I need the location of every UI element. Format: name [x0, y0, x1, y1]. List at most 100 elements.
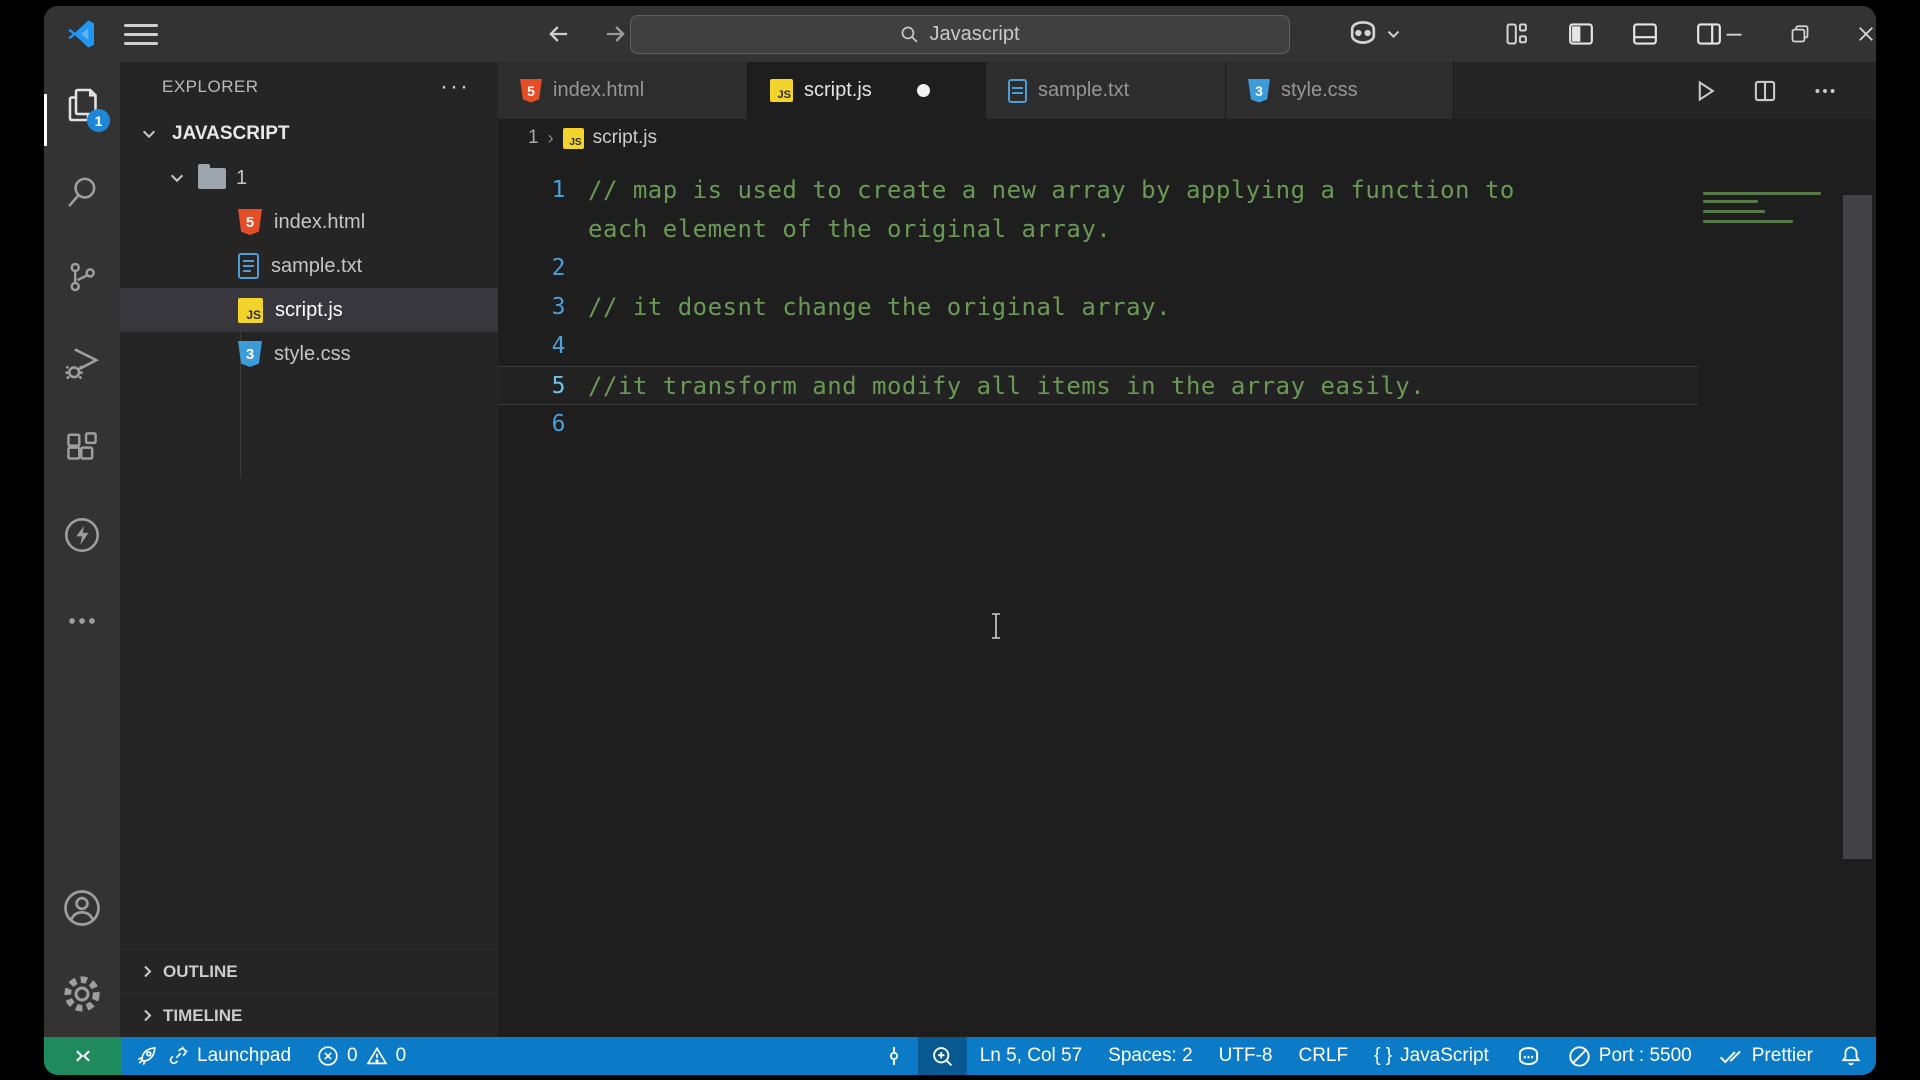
- outline-section-header[interactable]: OUTLINE: [120, 949, 498, 993]
- tree-folder-1[interactable]: 1: [120, 156, 498, 200]
- encoding-indicator[interactable]: UTF-8: [1206, 1037, 1286, 1075]
- tab-sample-txt[interactable]: sample.txt: [986, 62, 1226, 119]
- more-icon: [69, 618, 95, 624]
- tree-file-index-html[interactable]: 5 index.html: [120, 200, 498, 244]
- settings-button[interactable]: [44, 951, 120, 1037]
- tree-file-sample-txt[interactable]: sample.txt: [120, 244, 498, 288]
- tree-file-script-js[interactable]: JS script.js: [120, 288, 498, 332]
- error-count: 0: [347, 1045, 358, 1066]
- sidebar-item-explorer[interactable]: 1: [44, 62, 120, 148]
- tree-root-javascript[interactable]: JAVASCRIPT: [120, 112, 498, 156]
- commit-dot-icon: [889, 1046, 898, 1066]
- code-line[interactable]: 4: [498, 327, 1698, 366]
- breadcrumb-folder[interactable]: 1: [528, 127, 539, 149]
- close-button[interactable]: [1848, 16, 1876, 52]
- tab-style-css[interactable]: 3 style.css: [1226, 62, 1454, 119]
- minimap[interactable]: [1703, 192, 1825, 228]
- search-icon: [902, 26, 918, 43]
- explorer-badge: 1: [87, 109, 110, 132]
- minimize-icon: [1726, 33, 1742, 36]
- account-button[interactable]: [44, 865, 120, 951]
- sidebar-item-extensions[interactable]: [44, 406, 120, 492]
- problems-indicator[interactable]: 0 0: [304, 1037, 419, 1075]
- activity-bar: 1: [44, 62, 120, 1037]
- folder-icon: [198, 163, 226, 189]
- editor-group: 5 index.html JS script.js sample.txt 3 s: [498, 62, 1876, 1037]
- timeline-section-header[interactable]: TIMELINE: [120, 993, 498, 1037]
- remote-icon: [76, 1050, 90, 1062]
- tab-script-js[interactable]: JS script.js: [748, 62, 986, 119]
- sidebar-item-run-debug[interactable]: [44, 320, 120, 406]
- code-line[interactable]: 1 // map is used to create a new array b…: [498, 171, 1698, 210]
- line-number: 6: [551, 411, 566, 437]
- play-icon: [1698, 80, 1715, 101]
- explorer-sidebar: EXPLORER ··· JAVASCRIPT 1 5 index.html s…: [120, 62, 498, 1037]
- code-line-current[interactable]: 5 //it transform and modify all items in…: [498, 366, 1698, 405]
- code-line[interactable]: 3 // it doesnt change the original array…: [498, 288, 1698, 327]
- copilot-status[interactable]: [1502, 1037, 1555, 1075]
- split-editor-button[interactable]: [1750, 76, 1780, 106]
- css-icon: 3: [1248, 78, 1270, 103]
- explorer-actions-button[interactable]: ···: [440, 73, 470, 101]
- code-line-wrap[interactable]: each element of the original array.: [498, 210, 1698, 249]
- toggle-panel-button[interactable]: [1627, 16, 1663, 52]
- minimap-line: [1703, 220, 1793, 223]
- cursor-position[interactable]: Ln 5, Col 57: [967, 1037, 1095, 1075]
- js-icon: JS: [770, 79, 793, 102]
- copilot-icon: [1350, 21, 1376, 44]
- editor-more-actions-button[interactable]: [1810, 76, 1840, 106]
- arrow-right-icon: [606, 26, 625, 42]
- code-editor[interactable]: 1 // map is used to create a new array b…: [498, 157, 1876, 1037]
- breadcrumb[interactable]: 1 › JS script.js: [498, 119, 1876, 157]
- screencast-indicator[interactable]: [870, 1037, 918, 1075]
- warnings-icon: [366, 1046, 388, 1065]
- formatter-status[interactable]: Prettier: [1705, 1037, 1826, 1075]
- customize-layout-button[interactable]: [1499, 16, 1535, 52]
- launchpad-button[interactable]: Launchpad: [122, 1037, 304, 1075]
- tab-index-html[interactable]: 5 index.html: [498, 62, 748, 119]
- vscode-window: Javascript 1 EXPLORER ··· JAVASCRIPT 1 5…: [44, 6, 1876, 1075]
- activity-more-button[interactable]: [44, 578, 120, 664]
- eol-indicator[interactable]: CRLF: [1285, 1037, 1361, 1075]
- copilot-button[interactable]: [1346, 16, 1401, 50]
- minimize-button[interactable]: [1716, 16, 1752, 52]
- arrow-left-icon: [549, 26, 568, 42]
- sidebar-item-search[interactable]: [44, 148, 120, 234]
- breadcrumb-file[interactable]: script.js: [593, 127, 657, 149]
- language-mode[interactable]: { } JavaScript: [1361, 1037, 1502, 1075]
- nav-back-button[interactable]: [544, 19, 574, 49]
- zoom-indicator[interactable]: [917, 1037, 967, 1075]
- search-icon: [68, 177, 96, 207]
- remote-indicator[interactable]: [44, 1037, 122, 1075]
- tab-bar: 5 index.html JS script.js sample.txt 3 s: [498, 62, 1876, 119]
- live-server-port[interactable]: Port : 5500: [1555, 1037, 1705, 1075]
- warning-count: 0: [395, 1045, 407, 1066]
- chevron-right-icon: ›: [547, 127, 554, 148]
- menu-icon[interactable]: [124, 17, 158, 51]
- minimap-line: [1703, 192, 1821, 195]
- chevron-down-icon: [164, 170, 190, 186]
- txt-icon: [238, 253, 259, 279]
- tree-file-style-css[interactable]: 3 style.css: [120, 332, 498, 376]
- double-check-icon: [1719, 1050, 1741, 1064]
- scrollbar-track[interactable]: [1840, 157, 1876, 1037]
- nav-forward-button[interactable]: [600, 19, 630, 49]
- toggle-sidebar-button[interactable]: [1563, 16, 1599, 52]
- command-center-search[interactable]: Javascript: [630, 15, 1290, 54]
- sidebar-item-thunder-client[interactable]: [44, 492, 120, 578]
- run-file-button[interactable]: [1690, 76, 1720, 106]
- code-line[interactable]: 2: [498, 249, 1698, 288]
- code-line[interactable]: 6: [498, 405, 1698, 444]
- status-bar: Launchpad 0 0 Ln 5, Col 57 Spaces: 2 UTF…: [44, 1037, 1876, 1075]
- notifications-button[interactable]: [1826, 1037, 1876, 1075]
- indentation-indicator[interactable]: Spaces: 2: [1095, 1037, 1206, 1075]
- source-control-icon: [70, 262, 95, 292]
- sidebar-item-source-control[interactable]: [44, 234, 120, 320]
- unsaved-dot-icon[interactable]: [916, 84, 930, 97]
- restore-button[interactable]: [1782, 16, 1818, 52]
- run-debug-icon: [65, 348, 100, 380]
- rocket-icon: [137, 1047, 156, 1065]
- explorer-title: EXPLORER: [162, 77, 259, 96]
- scrollbar-slider[interactable]: [1843, 195, 1872, 859]
